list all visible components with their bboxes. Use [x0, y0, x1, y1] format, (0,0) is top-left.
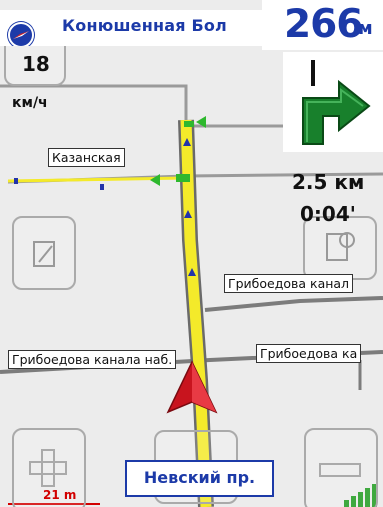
- position-arrow-icon: [166, 360, 218, 414]
- next-street-bar: Конюшенная Бол: [0, 10, 262, 46]
- zoom-out-button[interactable]: [304, 428, 378, 507]
- street-label-griboedova-left: Грибоедова канала наб.: [8, 350, 177, 369]
- minus-icon: [319, 463, 361, 477]
- compass-icon[interactable]: [8, 22, 34, 46]
- turn-distance-unit: м: [358, 18, 373, 39]
- stop-marker: [100, 184, 104, 190]
- scale-label: 21 m: [43, 488, 77, 502]
- lane-marker: [176, 174, 190, 182]
- street-label-griboedova-right: Грибоедова канал: [224, 274, 354, 293]
- remaining-distance: 2.5 км: [292, 170, 365, 194]
- street-label-kazanskaya: Казанская: [48, 148, 125, 167]
- edit-icon: [33, 241, 55, 267]
- turn-right-arrow-icon: [302, 60, 371, 145]
- street-line: [204, 296, 383, 312]
- speed-unit: км/ч: [12, 95, 48, 111]
- stop-marker: [14, 178, 18, 184]
- next-street-name: Конюшенная Бол: [62, 16, 227, 35]
- turn-distance-box: 266 м: [262, 0, 383, 50]
- speed-value: 18: [22, 52, 50, 76]
- search-icon: [326, 232, 355, 261]
- current-street-name: Невский пр.: [125, 460, 274, 497]
- navigation-screen: Конюшенная Бол 266 м 18 км/ч 2.5 км 0:04…: [0, 0, 383, 507]
- street-label-griboedova-lower-right: Грибоедова ка: [256, 344, 362, 363]
- remaining-time: 0:04': [300, 202, 356, 226]
- edit-button[interactable]: [12, 216, 76, 290]
- turn-distance-value: 266: [284, 2, 363, 47]
- lane-marker: [184, 121, 194, 127]
- turn-instruction-panel[interactable]: [283, 52, 383, 152]
